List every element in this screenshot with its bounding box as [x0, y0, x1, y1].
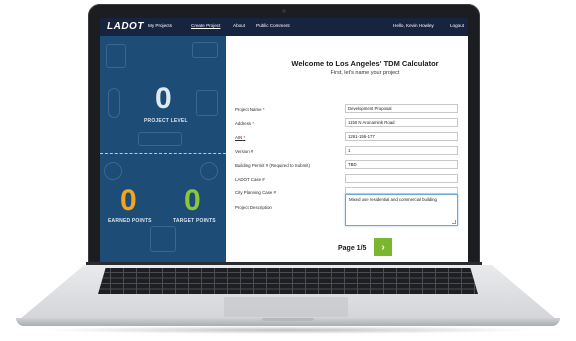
calculator-summary-panel: 0 PROJECT LEVEL 0 EARNED POINTS 0 TARGET…: [100, 36, 226, 262]
project-description-label: Project Description: [235, 205, 272, 210]
version-label: Version #: [235, 149, 254, 154]
building-permit-input[interactable]: TBD: [345, 160, 458, 169]
ladot-case-label: LADOT Case #: [235, 177, 265, 182]
pedestrian-icon: [108, 88, 120, 118]
laptop-shadow: [40, 326, 536, 334]
page-title: Welcome to Los Angeles' TDM Calculator: [291, 59, 439, 68]
project-level-value: 0: [155, 82, 172, 115]
user-greeting: Hello, Kevin Howley: [393, 23, 434, 28]
address-input[interactable]: 1150 N Aronamink Road: [345, 118, 458, 127]
building-permit-label: Building Permit # (Required to Submit): [235, 163, 310, 168]
bike-wheel-icon: [200, 162, 218, 180]
project-level-label: PROJECT LEVEL: [144, 118, 188, 124]
earned-points-label: EARNED POINTS: [108, 218, 152, 224]
project-name-label: Project Name *: [235, 107, 265, 112]
lid-open-notch: [262, 318, 314, 321]
chevron-right-icon: ›: [381, 241, 385, 253]
page-indicator: Page 1/5: [338, 245, 367, 252]
address-label: Address *: [235, 121, 255, 126]
target-points-value: 0: [184, 184, 201, 217]
next-page-button[interactable]: ›: [374, 238, 392, 256]
version-input[interactable]: 1: [345, 146, 458, 155]
logout-link[interactable]: Logout: [450, 23, 464, 28]
project-name-input[interactable]: Development Proposal: [345, 104, 458, 113]
target-points-label: TARGET POINTS: [173, 218, 216, 224]
building-icon: [196, 90, 218, 116]
nav-create-project[interactable]: Create Project: [191, 23, 220, 28]
train-icon: [138, 132, 182, 146]
nav-about[interactable]: About: [233, 23, 245, 28]
parking-icon: [150, 226, 176, 252]
bus-icon: [106, 44, 126, 68]
project-description-text: Mixed use residential and commercial bui…: [349, 197, 437, 202]
page-subtitle: First, let's name your project: [330, 70, 400, 76]
nav-public-comment[interactable]: Public Comment: [256, 23, 290, 28]
project-info-form: Welcome to Los Angeles' TDM Calculator F…: [226, 36, 468, 262]
city-planning-case-label: City Planning Case #: [235, 190, 277, 195]
nav-my-projects[interactable]: My Projects: [148, 23, 172, 28]
earned-points-value: 0: [120, 184, 137, 217]
laptop-hinge: [86, 262, 482, 265]
trackpad: [224, 297, 348, 317]
city-planning-case-input[interactable]: [345, 187, 458, 194]
car-icon: [192, 42, 218, 58]
panel-divider: [100, 153, 226, 154]
resize-grip-icon[interactable]: [452, 220, 456, 224]
ladot-logo[interactable]: LADOT: [107, 21, 144, 32]
ladot-case-input[interactable]: [345, 174, 458, 183]
app-screen: LADOT My Projects Create Project About P…: [100, 18, 468, 262]
camera-icon: [282, 9, 286, 13]
bike-wheel-icon: [104, 162, 122, 180]
keyboard: [98, 268, 478, 294]
ain-label[interactable]: AIN *: [235, 135, 245, 140]
ain-input[interactable]: 1261-156-177: [345, 132, 458, 141]
project-description-textarea[interactable]: Mixed use residential and commercial bui…: [345, 194, 458, 226]
top-navigation-bar: LADOT My Projects Create Project About P…: [100, 18, 468, 36]
